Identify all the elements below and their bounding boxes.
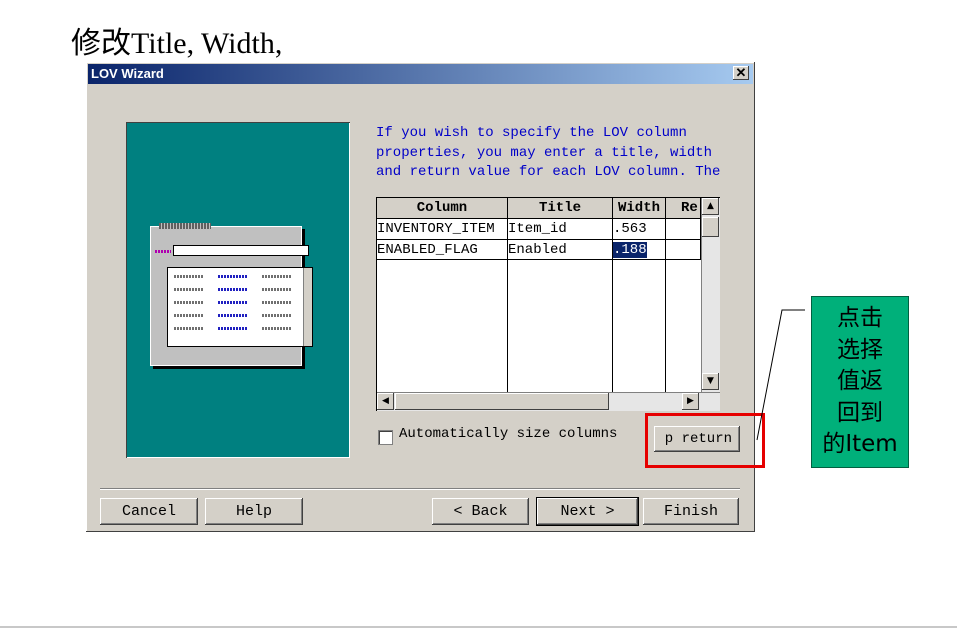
page-bottom-rule: [0, 626, 957, 628]
callout-line: 的Item: [822, 431, 898, 457]
annotation-callout: 点击 选择 值返 回到 的Item: [811, 296, 909, 468]
callout-line: 回到: [837, 399, 883, 426]
callout-line: 点击: [837, 305, 883, 331]
callout-line: 值返: [837, 368, 883, 394]
callout-line: 选择: [837, 336, 883, 363]
